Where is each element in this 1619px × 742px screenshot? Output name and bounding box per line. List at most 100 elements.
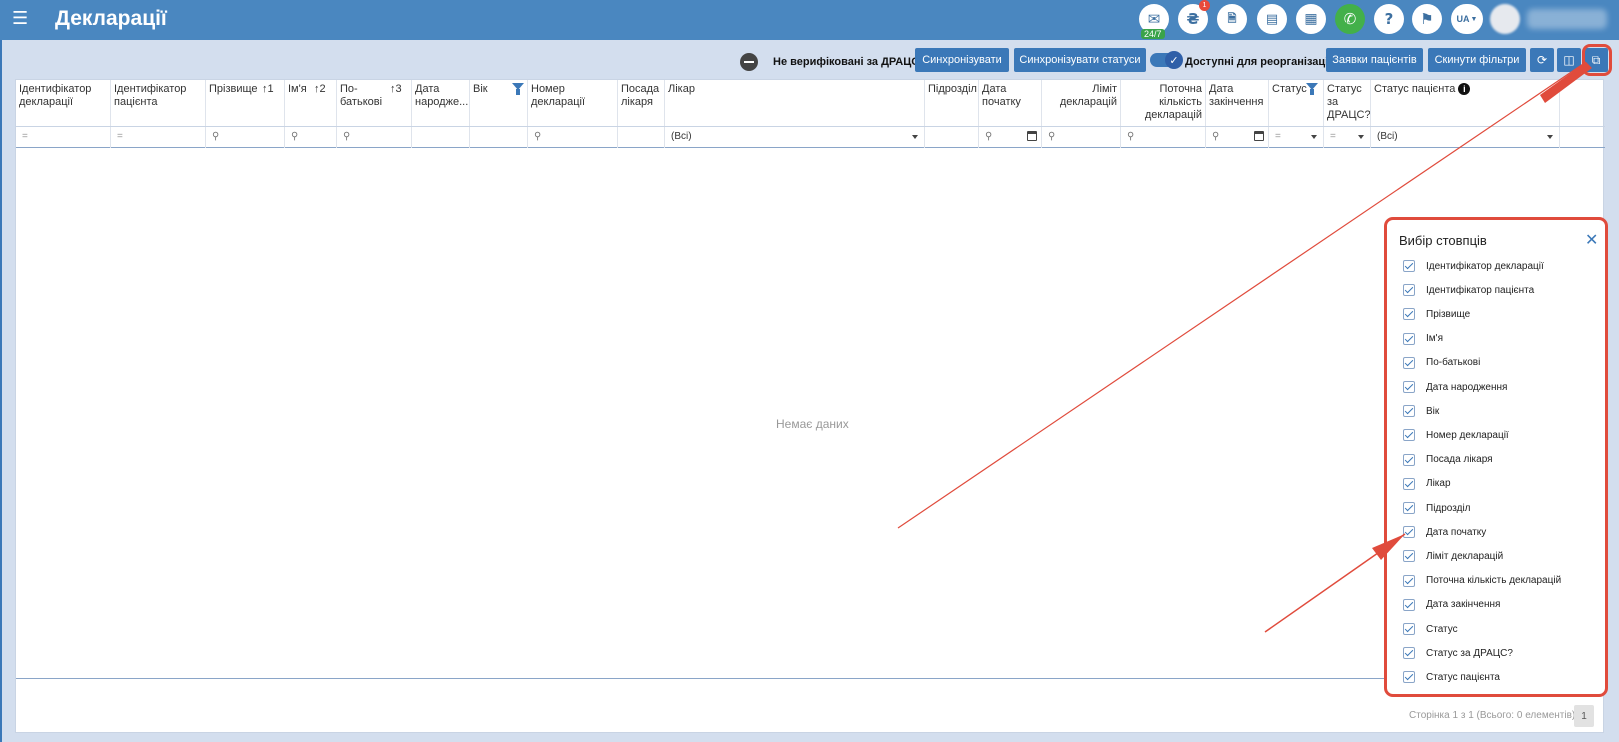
filter-cell[interactable]: =: [16, 127, 111, 148]
checkbox-checked-icon[interactable]: [1403, 429, 1415, 442]
chooser-item[interactable]: Дата початку: [1403, 525, 1486, 539]
column-header[interactable]: Дата народже...: [412, 80, 470, 126]
chooser-item[interactable]: Прізвище: [1403, 307, 1470, 321]
chooser-item[interactable]: Статус за ДРАЦС?: [1403, 646, 1513, 660]
calendar-icon[interactable]: [1027, 131, 1037, 141]
filter-cell[interactable]: [618, 127, 665, 148]
column-header[interactable]: Лікар: [665, 80, 925, 126]
help-icon[interactable]: ?: [1374, 4, 1404, 34]
chooser-item[interactable]: Ліміт декларацій: [1403, 549, 1503, 563]
sort-indicator[interactable]: ↑3: [390, 83, 402, 95]
checkbox-checked-icon[interactable]: [1403, 381, 1415, 393]
column-header[interactable]: Підрозділ: [925, 80, 979, 126]
filter-cell[interactable]: =: [1324, 127, 1371, 148]
filter-cell[interactable]: ⚲: [1206, 127, 1269, 148]
checkbox-checked-icon[interactable]: [1403, 671, 1415, 684]
column-header[interactable]: Ім'я: [285, 80, 337, 126]
chooser-item[interactable]: Лікар: [1403, 477, 1451, 491]
card-icon[interactable]: ▤: [1257, 4, 1287, 34]
checkbox-checked-icon[interactable]: [1403, 526, 1415, 539]
column-header[interactable]: Ідентифікатор пацієнта: [111, 80, 206, 126]
refresh-icon[interactable]: ⟳: [1530, 48, 1554, 72]
filter-cell[interactable]: ⚲: [337, 127, 412, 148]
checkbox-checked-icon[interactable]: [1403, 574, 1415, 587]
filter-cell[interactable]: ⚲: [528, 127, 618, 148]
checkbox-checked-icon[interactable]: [1403, 284, 1415, 297]
close-icon[interactable]: ✕: [1585, 230, 1598, 249]
megaphone-icon[interactable]: ⚑: [1412, 4, 1442, 34]
column-header[interactable]: Ліміт декларацій: [1042, 80, 1121, 126]
patient-status-filter-select[interactable]: (Всі): [1371, 127, 1560, 148]
chooser-item[interactable]: Вік: [1403, 404, 1439, 418]
column-header[interactable]: Статус за ДРАЦС?: [1324, 80, 1371, 126]
filter-cell[interactable]: [925, 127, 979, 148]
chooser-item[interactable]: Підрозділ: [1403, 501, 1471, 515]
calculator-icon[interactable]: ▦: [1296, 4, 1326, 34]
chooser-item[interactable]: По-батькові: [1403, 356, 1480, 370]
chooser-item[interactable]: Статус: [1403, 622, 1458, 636]
pdf-icon[interactable]: 🗎: [1217, 4, 1247, 34]
sort-indicator[interactable]: ↑2: [314, 83, 326, 95]
chooser-item-label: Дата народження: [1426, 381, 1508, 393]
calendar-icon[interactable]: [1254, 131, 1264, 141]
patient-requests-button[interactable]: Заявки пацієнтів: [1326, 48, 1423, 72]
avatar[interactable]: [1490, 4, 1520, 34]
checkbox-checked-icon[interactable]: [1403, 647, 1415, 660]
user-name-blurred[interactable]: [1527, 9, 1607, 29]
column-header[interactable]: Посада лікаря: [618, 80, 665, 126]
check-icon[interactable]: ✓: [1165, 51, 1183, 69]
chooser-item[interactable]: Статус пацієнта: [1403, 670, 1500, 684]
info-icon[interactable]: i: [1458, 83, 1471, 95]
checkbox-checked-icon[interactable]: [1403, 405, 1415, 418]
chooser-item[interactable]: Поточна кількість декларацій: [1403, 574, 1561, 588]
filter-cell[interactable]: ⚲: [1121, 127, 1206, 148]
column-header[interactable]: Статус пацієнта i: [1371, 80, 1560, 126]
filter-cell[interactable]: [470, 127, 528, 148]
checkbox-checked-icon[interactable]: [1403, 502, 1415, 514]
filter-funnel-icon[interactable]: [1306, 83, 1318, 95]
checkbox-checked-icon[interactable]: [1403, 550, 1415, 563]
chooser-item[interactable]: Ідентифікатор пацієнта: [1403, 283, 1534, 297]
chooser-item[interactable]: Номер декларації: [1403, 428, 1509, 442]
column-label: Прізвище: [209, 83, 258, 95]
checkbox-checked-icon[interactable]: [1403, 332, 1415, 345]
checkbox-checked-icon[interactable]: [1403, 356, 1415, 369]
filter-cell[interactable]: [412, 127, 470, 148]
save-icon[interactable]: ◫: [1557, 48, 1581, 72]
sync-status-button[interactable]: Синхронізувати статуси: [1014, 48, 1146, 72]
checkbox-checked-icon[interactable]: [1403, 598, 1415, 611]
checkbox-checked-icon[interactable]: [1403, 260, 1415, 272]
hamburger-icon[interactable]: ☰: [12, 8, 28, 29]
chooser-item[interactable]: Дата народження: [1403, 380, 1507, 394]
filter-cell[interactable]: ⚲: [285, 127, 337, 148]
column-header[interactable]: Номер декларації: [528, 80, 618, 126]
chooser-item[interactable]: Ім'я: [1403, 332, 1443, 346]
filter-cell[interactable]: ⚲: [1042, 127, 1121, 148]
chooser-item[interactable]: Посада лікаря: [1403, 453, 1493, 467]
filter-cell[interactable]: =: [1269, 127, 1324, 148]
checkbox-checked-icon[interactable]: [1403, 308, 1415, 321]
chooser-item[interactable]: Ідентифікатор декларації: [1403, 259, 1544, 273]
filter-funnel-icon[interactable]: [512, 83, 524, 95]
column-header[interactable]: Дата початку: [979, 80, 1042, 126]
phone-icon[interactable]: ✆: [1335, 4, 1365, 34]
column-header[interactable]: Поточна кількість декларацій: [1121, 80, 1206, 126]
reset-filters-button[interactable]: Скинути фільтри: [1428, 48, 1526, 72]
sync-button[interactable]: Синхронізувати: [915, 48, 1009, 72]
column-header[interactable]: Ідентифікатор декларації: [16, 80, 111, 126]
not-verified-label[interactable]: Не верифіковані за ДРАЦС: [773, 56, 919, 68]
checkbox-checked-icon[interactable]: [1403, 477, 1415, 490]
minus-circle-icon[interactable]: [740, 53, 758, 71]
sort-order: 2: [319, 83, 326, 95]
filter-cell[interactable]: ⚲: [206, 127, 285, 148]
checkbox-checked-icon[interactable]: [1403, 623, 1415, 635]
chooser-item[interactable]: Дата закінчення: [1403, 598, 1500, 612]
page-number-button[interactable]: 1: [1574, 705, 1594, 727]
language-selector[interactable]: UA ▼: [1451, 4, 1483, 34]
sort-indicator[interactable]: ↑1: [262, 83, 274, 95]
filter-cell[interactable]: ⚲: [979, 127, 1042, 148]
filter-cell[interactable]: =: [111, 127, 206, 148]
doctor-filter-select[interactable]: (Всі): [665, 127, 925, 148]
column-header[interactable]: Дата закінчення: [1206, 80, 1269, 126]
checkbox-checked-icon[interactable]: [1403, 453, 1415, 466]
